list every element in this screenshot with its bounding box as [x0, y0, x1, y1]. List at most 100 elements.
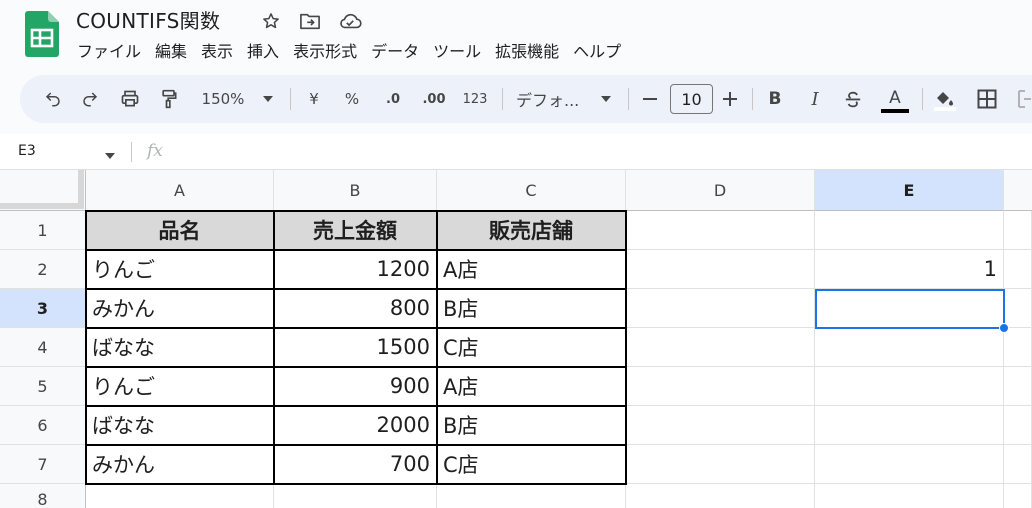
move-folder-icon[interactable] — [298, 9, 322, 33]
fill-color-icon[interactable] — [930, 75, 958, 123]
print-icon[interactable] — [117, 75, 143, 123]
chevron-down-icon[interactable] — [105, 144, 115, 163]
text-color-button[interactable]: A — [878, 75, 912, 123]
cell-c6[interactable]: B店 — [437, 406, 626, 445]
row-header-2[interactable]: 2 — [0, 250, 86, 289]
menu-tools[interactable]: ツール — [426, 40, 488, 66]
cell-a5[interactable]: りんご — [86, 367, 274, 406]
cell-f1[interactable] — [1004, 211, 1032, 250]
cell-d4[interactable] — [626, 328, 815, 367]
paint-format-icon[interactable] — [156, 75, 182, 123]
document-title[interactable]: COUNTIFS関数 — [76, 5, 220, 34]
cell-f2[interactable] — [1004, 250, 1032, 289]
row-header-8[interactable]: 8 — [0, 484, 86, 508]
cell-b4[interactable]: 1500 — [274, 328, 437, 367]
column-header-c[interactable]: C — [437, 170, 626, 211]
cell-c5[interactable]: A店 — [437, 367, 626, 406]
row-header-3[interactable]: 3 — [0, 289, 86, 328]
cell-c4[interactable]: C店 — [437, 328, 626, 367]
cell-f3[interactable] — [1004, 289, 1032, 328]
bold-button[interactable]: B — [764, 75, 786, 123]
sheets-logo-icon[interactable] — [25, 11, 59, 57]
cell-e2[interactable]: 1 — [815, 250, 1004, 289]
redo-icon[interactable] — [77, 75, 103, 123]
cell-c8[interactable] — [437, 484, 626, 508]
cell-d3[interactable] — [626, 289, 815, 328]
row-header-6[interactable]: 6 — [0, 406, 86, 445]
borders-icon[interactable] — [974, 75, 1000, 123]
cell-d1[interactable] — [626, 211, 815, 250]
cell-e5[interactable] — [815, 367, 1004, 406]
menu-extensions[interactable]: 拡張機能 — [488, 40, 566, 66]
row-header-7[interactable]: 7 — [0, 445, 86, 484]
column-header-d[interactable]: D — [626, 170, 815, 211]
cell-d6[interactable] — [626, 406, 815, 445]
zoom-select[interactable]: 150% — [198, 75, 248, 123]
menu-file[interactable]: ファイル — [70, 40, 148, 66]
column-header-a[interactable]: A — [86, 170, 274, 211]
cell-f8[interactable] — [1004, 484, 1032, 508]
select-all-corner[interactable] — [0, 170, 86, 211]
menu-data[interactable]: データ — [364, 40, 426, 66]
cell-f5[interactable] — [1004, 367, 1032, 406]
font-size-input[interactable]: 10 — [670, 84, 713, 114]
cell-f4[interactable] — [1004, 328, 1032, 367]
column-header-f[interactable] — [1004, 170, 1032, 211]
increase-font-size-icon[interactable] — [720, 75, 740, 123]
cell-a3[interactable]: みかん — [86, 289, 274, 328]
fill-handle[interactable] — [999, 323, 1009, 333]
menu-view[interactable]: 表示 — [194, 40, 240, 66]
cell-c3[interactable]: B店 — [437, 289, 626, 328]
column-header-e[interactable]: E — [815, 170, 1004, 211]
cloud-saved-icon[interactable] — [338, 9, 362, 33]
cell-f7[interactable] — [1004, 445, 1032, 484]
chevron-down-icon[interactable] — [598, 75, 614, 123]
cell-d8[interactable] — [626, 484, 815, 508]
font-select[interactable]: デフォ... — [516, 75, 592, 123]
cell-a7[interactable]: みかん — [86, 445, 274, 484]
chevron-down-icon[interactable] — [258, 75, 278, 123]
decrease-font-size-icon[interactable] — [640, 75, 660, 123]
cell-e8[interactable] — [815, 484, 1004, 508]
menu-help[interactable]: ヘルプ — [566, 40, 628, 66]
increase-decimal-button[interactable]: .00 — [418, 75, 450, 123]
currency-format-button[interactable]: ¥ — [304, 75, 324, 123]
spreadsheet-grid[interactable]: A B C D E 1 2 3 4 5 6 7 8 品名 売上金額 販売店舗 り… — [0, 170, 1032, 508]
cell-a6[interactable]: ばなな — [86, 406, 274, 445]
row-header-1[interactable]: 1 — [0, 211, 86, 250]
cell-b5[interactable]: 900 — [274, 367, 437, 406]
italic-button[interactable]: I — [804, 75, 826, 123]
cell-b6[interactable]: 2000 — [274, 406, 437, 445]
cell-f6[interactable] — [1004, 406, 1032, 445]
merge-cells-icon[interactable] — [1014, 75, 1032, 123]
cell-a1[interactable]: 品名 — [86, 211, 274, 250]
percent-format-button[interactable]: % — [342, 75, 362, 123]
cell-a2[interactable]: りんご — [86, 250, 274, 289]
cell-a8[interactable] — [86, 484, 274, 508]
cell-b7[interactable]: 700 — [274, 445, 437, 484]
decrease-decimal-button[interactable]: .0 — [378, 75, 408, 123]
cell-e6[interactable] — [815, 406, 1004, 445]
cell-c2[interactable]: A店 — [437, 250, 626, 289]
menu-format[interactable]: 表示形式 — [286, 40, 364, 66]
column-header-b[interactable]: B — [274, 170, 437, 211]
cell-a4[interactable]: ばなな — [86, 328, 274, 367]
cell-d5[interactable] — [626, 367, 815, 406]
undo-icon[interactable] — [40, 75, 66, 123]
cell-d2[interactable] — [626, 250, 815, 289]
cell-e1[interactable] — [815, 211, 1004, 250]
active-cell-selection[interactable] — [815, 289, 1005, 329]
cell-b2[interactable]: 1200 — [274, 250, 437, 289]
cell-b3[interactable]: 800 — [274, 289, 437, 328]
cell-e7[interactable] — [815, 445, 1004, 484]
name-box[interactable]: E3 — [18, 143, 36, 159]
cell-c1[interactable]: 販売店舗 — [437, 211, 626, 250]
number-format-button[interactable]: 123 — [460, 75, 490, 123]
row-header-5[interactable]: 5 — [0, 367, 86, 406]
menu-edit[interactable]: 編集 — [148, 40, 194, 66]
cell-d7[interactable] — [626, 445, 815, 484]
star-icon[interactable] — [259, 9, 283, 33]
cell-b8[interactable] — [274, 484, 437, 508]
cell-e4[interactable] — [815, 328, 1004, 367]
row-header-4[interactable]: 4 — [0, 328, 86, 367]
